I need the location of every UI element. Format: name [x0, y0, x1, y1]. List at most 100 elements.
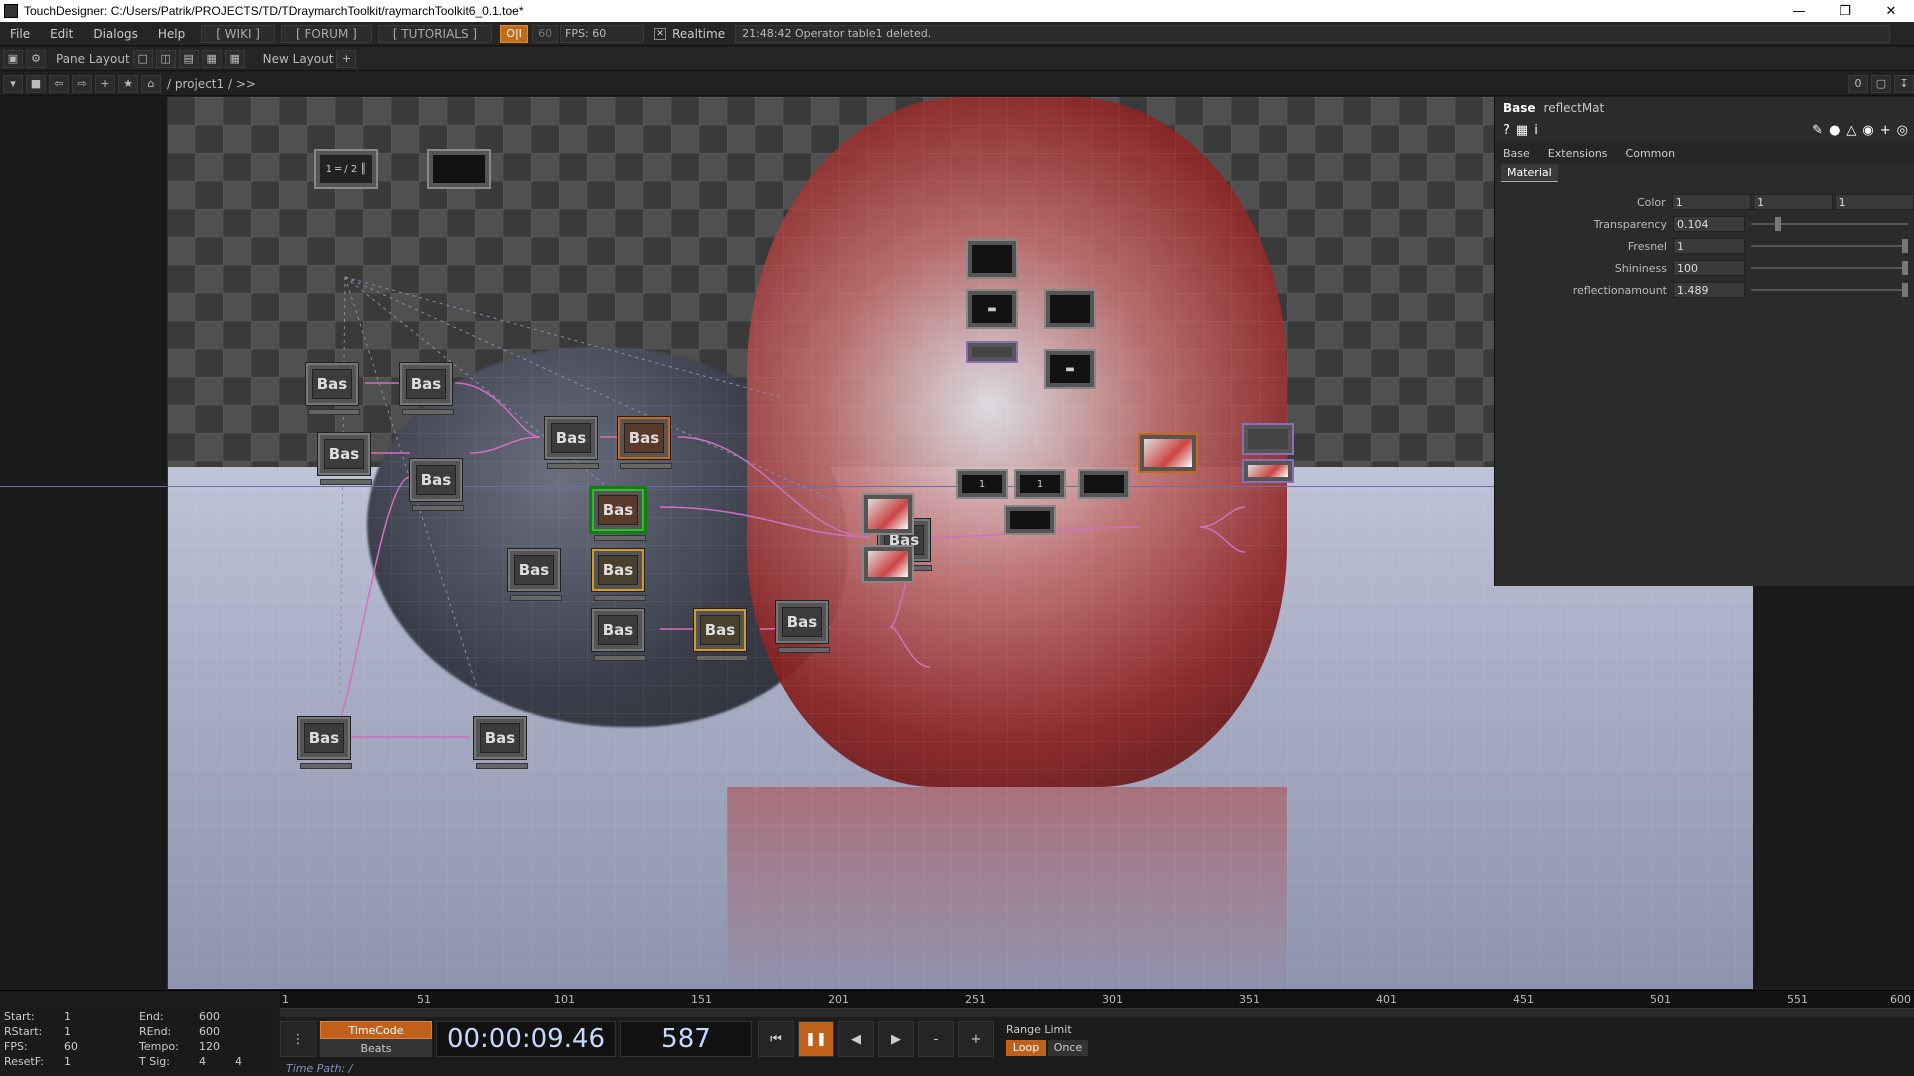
base-node[interactable]: Bas — [298, 717, 352, 769]
top-node[interactable] — [966, 239, 1018, 279]
rewind-button[interactable]: ⏮ — [758, 1021, 794, 1057]
transparency-slider[interactable] — [1751, 217, 1908, 231]
pin-icon[interactable]: ↧ — [1894, 74, 1914, 93]
transparency-field[interactable]: 0.104 — [1673, 216, 1745, 232]
menu-edit[interactable]: Edit — [40, 27, 83, 41]
forum-button[interactable]: [ FORUM ] — [281, 24, 372, 43]
end-value[interactable]: 600 — [199, 1010, 274, 1023]
faster-button[interactable]: + — [958, 1021, 994, 1057]
reflectionamount-slider[interactable] — [1751, 283, 1908, 297]
loop-button[interactable]: Loop — [1006, 1039, 1046, 1056]
new-layout-label[interactable]: New Layout — [263, 52, 334, 66]
add-icon[interactable]: + — [95, 74, 115, 93]
table-top-node[interactable]: 1 ═ / 2 ║ — [314, 149, 378, 189]
restore-button[interactable]: ❐ — [1822, 0, 1868, 22]
base-node[interactable]: Bas — [410, 459, 464, 511]
color-r-field[interactable]: 1 — [1671, 194, 1752, 210]
add-layout-button[interactable]: + — [336, 49, 357, 68]
timecode-toggle[interactable]: TimeCode — [320, 1021, 432, 1039]
chop-node[interactable]: 1 — [956, 469, 1008, 499]
top-node[interactable] — [1044, 289, 1096, 329]
pane-icon[interactable]: ▣ — [3, 49, 23, 68]
slider-knob[interactable] — [1902, 239, 1908, 253]
slider-knob[interactable] — [1775, 217, 1781, 231]
op-name[interactable]: reflectMat — [1544, 101, 1605, 115]
minimize-button[interactable]: — — [1776, 0, 1822, 22]
layout-single-icon[interactable]: □ — [132, 49, 153, 68]
network-editor[interactable]: 1 ═ / 2 ║ Bas Bas Bas Bas Bas Bas Bas Ba… — [0, 97, 1914, 989]
render-preview-node[interactable] — [862, 545, 914, 583]
resetf-value[interactable]: 1 — [64, 1055, 139, 1068]
edit-icon[interactable]: ✎ — [1812, 123, 1823, 138]
layout-three-icon[interactable]: ▦ — [201, 49, 222, 68]
pause-button[interactable]: ❚❚ — [798, 1021, 834, 1057]
shininess-field[interactable]: 100 — [1673, 260, 1745, 276]
wiki-button[interactable]: [ WIKI ] — [201, 24, 275, 43]
color-g-field[interactable]: 1 — [1753, 194, 1833, 210]
target-icon[interactable]: ◎ — [1897, 123, 1908, 138]
base-node[interactable]: Bas — [318, 433, 372, 485]
pane-settings-icon[interactable]: ⚙ — [26, 49, 46, 68]
slider-knob[interactable] — [1902, 261, 1908, 275]
base-node[interactable]: Bas — [474, 717, 528, 769]
render-preview-node[interactable] — [862, 493, 914, 535]
star-icon[interactable]: ★ — [118, 74, 138, 93]
fps-target-field[interactable]: 60 — [532, 24, 559, 43]
slower-button[interactable]: - — [918, 1021, 954, 1057]
viewer-toggle-icon[interactable]: ▢ — [1871, 74, 1891, 93]
tsig-value[interactable]: 4 — [199, 1055, 235, 1068]
base-node[interactable]: Bas — [306, 363, 360, 415]
layout-split-h-icon[interactable]: ▤ — [178, 49, 199, 68]
chevron-down-icon[interactable]: ▾ — [3, 74, 23, 93]
menu-help[interactable]: Help — [148, 27, 195, 41]
breadcrumb[interactable]: / project1 / >> — [167, 77, 256, 91]
shininess-slider[interactable] — [1751, 261, 1908, 275]
tab-extensions[interactable]: Extensions — [1546, 147, 1610, 160]
rstart-value[interactable]: 1 — [64, 1025, 139, 1038]
python-icon[interactable]: ◉ — [1862, 123, 1873, 138]
realtime-checkbox[interactable]: ✕ — [654, 27, 667, 40]
python-help-icon[interactable]: ▦ — [1516, 123, 1528, 138]
tsig-value-2[interactable]: 4 — [235, 1055, 242, 1068]
zero-button[interactable]: 0 — [1848, 74, 1868, 93]
comment-icon[interactable]: ● — [1829, 123, 1840, 138]
add-icon[interactable]: + — [1880, 123, 1891, 138]
base-node[interactable]: Bas — [508, 549, 562, 601]
forward-icon[interactable]: ⇨ — [72, 74, 92, 93]
stop-icon[interactable]: ■ — [26, 74, 46, 93]
tab-material[interactable]: Material — [1501, 164, 1558, 182]
once-button[interactable]: Once — [1048, 1039, 1088, 1056]
tempo-value[interactable]: 120 — [199, 1040, 274, 1053]
tutorials-button[interactable]: [ TUTORIALS ] — [377, 24, 493, 43]
color-b-field[interactable]: 1 — [1834, 194, 1914, 210]
time-mode-toggle[interactable]: TimeCode Beats — [320, 1021, 432, 1057]
selected-base-node[interactable]: Bas — [592, 489, 646, 541]
timecode-display[interactable]: 00:00:09.46 — [436, 1021, 616, 1057]
base-node[interactable]: Bas — [776, 601, 830, 653]
beats-toggle[interactable]: Beats — [320, 1039, 432, 1057]
home-icon[interactable]: ⌂ — [141, 74, 161, 93]
fresnel-slider[interactable] — [1751, 239, 1908, 253]
base-node[interactable]: Bas — [545, 417, 599, 469]
out-top-node[interactable] — [1242, 423, 1294, 455]
tab-base[interactable]: Base — [1501, 147, 1532, 160]
layout-split-v-icon[interactable]: ◫ — [155, 49, 176, 68]
out-top-node[interactable] — [1242, 459, 1294, 483]
textures-top-node[interactable] — [427, 149, 491, 189]
base-node[interactable]: Bas — [592, 609, 646, 661]
chop-node[interactable] — [1078, 469, 1130, 499]
chop-node[interactable] — [1004, 505, 1056, 535]
reflectionamount-field[interactable]: 1.489 — [1673, 282, 1745, 298]
frame-display[interactable]: 587 — [620, 1021, 752, 1057]
help-icon[interactable]: ? — [1503, 123, 1510, 138]
layout-quad-icon[interactable]: ▦ — [224, 49, 245, 68]
clone-icon[interactable]: △ — [1846, 123, 1856, 138]
rend-value[interactable]: 600 — [199, 1025, 274, 1038]
menu-dialogs[interactable]: Dialogs — [83, 27, 147, 41]
tab-common[interactable]: Common — [1624, 147, 1678, 160]
reflectmat-node[interactable]: Bas — [618, 417, 672, 469]
fps-value[interactable]: 60 — [64, 1040, 139, 1053]
timeline-options-icon[interactable]: ⋮ — [280, 1021, 316, 1057]
chop-node[interactable]: 1 — [1014, 469, 1066, 499]
base-node[interactable]: Bas — [400, 363, 454, 415]
